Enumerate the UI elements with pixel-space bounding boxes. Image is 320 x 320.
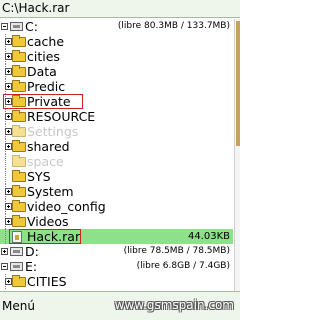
window-title: C:\Hack.rar <box>0 0 240 18</box>
drive-icon <box>10 247 23 256</box>
menu-softkey[interactable]: Menú <box>2 299 35 313</box>
expand-icon[interactable] <box>5 188 12 195</box>
folder-icon <box>12 215 26 227</box>
folder-row-predic[interactable]: Predic <box>0 79 233 94</box>
folder-label: space <box>27 154 64 169</box>
folder-icon <box>12 35 26 47</box>
expand-icon[interactable] <box>5 53 12 60</box>
folder-row-e-cities[interactable]: CITIES <box>0 274 233 289</box>
expand-icon[interactable] <box>1 248 8 255</box>
folder-label: Videos <box>27 214 69 229</box>
file-tree[interactable]: C: (libre 80.3MB / 133.7MB) cache cities… <box>0 19 233 291</box>
folder-row-space[interactable]: space <box>0 154 233 169</box>
drive-c-space: (libre 80.3MB / 133.7MB) <box>117 21 230 31</box>
folder-label: CITIES <box>27 274 67 289</box>
collapse-icon[interactable] <box>1 263 8 270</box>
folder-label: shared <box>27 139 70 154</box>
folder-icon <box>12 50 26 62</box>
folder-icon <box>12 185 26 197</box>
folder-icon <box>12 80 26 92</box>
expand-icon[interactable] <box>5 278 12 285</box>
folder-row-data[interactable]: Data <box>0 64 233 79</box>
folder-label: RESOURCE <box>27 109 96 124</box>
drive-c-row[interactable]: C: (libre 80.3MB / 133.7MB) <box>0 19 233 34</box>
expand-icon[interactable] <box>5 38 12 45</box>
folder-icon <box>12 140 26 152</box>
collapse-icon[interactable] <box>1 23 8 30</box>
folder-label: Data <box>27 64 57 79</box>
folder-icon <box>12 275 26 287</box>
folder-label: SYS <box>27 169 51 184</box>
folder-icon <box>12 125 26 137</box>
folder-label: cache <box>27 34 65 49</box>
drive-icon <box>10 22 23 31</box>
expand-icon[interactable] <box>5 128 12 135</box>
expand-icon[interactable] <box>5 98 12 105</box>
expand-icon[interactable] <box>5 68 12 75</box>
folder-row-private[interactable]: Private <box>0 94 233 109</box>
folder-icon <box>12 65 26 77</box>
softkey-bar: Menú www.gsmspain.com <box>0 291 240 320</box>
file-icon <box>12 231 22 243</box>
folder-icon <box>12 155 26 167</box>
drive-e-space: (libre 6.8GB / 7.4GB) <box>136 261 230 271</box>
folder-label: Predic <box>27 79 66 94</box>
folder-row-settings[interactable]: Settings <box>0 124 233 139</box>
folder-icon <box>12 95 26 107</box>
drive-d-label: D: <box>25 244 39 259</box>
folder-icon <box>12 200 26 212</box>
folder-label: cities <box>27 49 60 64</box>
folder-label: Private <box>27 94 71 109</box>
file-size: 44.03KB <box>187 231 230 242</box>
folder-label: Settings <box>27 124 79 139</box>
drive-e-row[interactable]: E: (libre 6.8GB / 7.4GB) <box>0 259 233 274</box>
file-row-hack-rar[interactable]: Hack.rar 44.03KB <box>0 229 233 244</box>
folder-icon <box>12 110 26 122</box>
folder-row-system[interactable]: System <box>0 184 233 199</box>
expand-icon[interactable] <box>5 143 12 150</box>
folder-row-sys[interactable]: SYS <box>0 169 233 184</box>
folder-label: video_config <box>27 199 106 214</box>
expand-icon[interactable] <box>5 113 12 120</box>
scrollbar-thumb[interactable] <box>236 21 240 146</box>
expand-icon[interactable] <box>5 218 12 225</box>
folder-row-shared[interactable]: shared <box>0 139 233 154</box>
vertical-scrollbar[interactable] <box>234 19 240 291</box>
folder-row-cache[interactable]: cache <box>0 34 233 49</box>
watermark: www.gsmspain.com <box>114 298 234 312</box>
drive-d-row[interactable]: D: (libre 78.5MB / 78.5MB) <box>0 244 233 259</box>
folder-row-video-config[interactable]: video_config <box>0 199 233 214</box>
drive-c-label: C: <box>25 19 38 34</box>
folder-label: System <box>27 184 74 199</box>
folder-icon <box>12 170 26 182</box>
file-label: Hack.rar <box>27 229 81 244</box>
expand-icon[interactable] <box>5 203 12 210</box>
folder-row-videos[interactable]: Videos <box>0 214 233 229</box>
folder-row-resource[interactable]: RESOURCE <box>0 109 233 124</box>
drive-e-label: E: <box>25 259 38 274</box>
folder-row-cities[interactable]: cities <box>0 49 233 64</box>
expand-icon[interactable] <box>5 83 12 90</box>
drive-icon <box>10 262 23 271</box>
drive-d-space: (libre 78.5MB / 78.5MB) <box>123 246 230 256</box>
